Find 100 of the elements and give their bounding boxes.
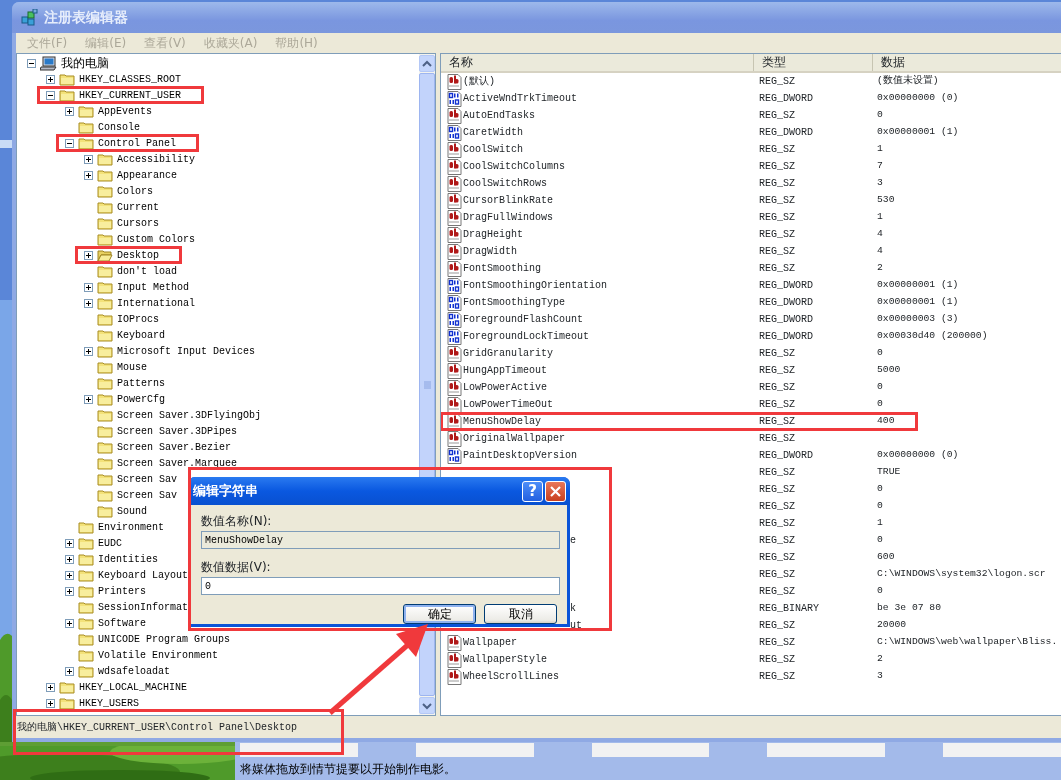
tree-item[interactable]: SessionInformat: [97, 599, 189, 615]
value-name[interactable]: e: [570, 533, 576, 548]
expand-toggle[interactable]: [65, 666, 74, 676]
tree-item[interactable]: Custom Colors: [116, 231, 196, 247]
expand-toggle[interactable]: [84, 346, 93, 356]
tree-item[interactable]: PowerCfg: [116, 391, 166, 407]
tree-item[interactable]: 我的电脑: [60, 54, 110, 72]
expand-toggle[interactable]: [65, 538, 74, 548]
expand-toggle[interactable]: [65, 106, 74, 116]
value-name[interactable]: DragWidth: [463, 244, 517, 259]
tree-item[interactable]: AppEvents: [97, 103, 153, 119]
value-name[interactable]: ForegroundLockTimeout: [463, 329, 590, 344]
tree-item[interactable]: Software: [97, 615, 147, 631]
value-name[interactable]: k: [570, 601, 576, 616]
collapse-toggle[interactable]: [27, 58, 36, 68]
tree-item[interactable]: Mouse: [116, 359, 148, 375]
collapse-toggle[interactable]: [46, 90, 55, 100]
value-name[interactable]: CoolSwitchColumns: [463, 159, 566, 174]
column-header[interactable]: 名称: [441, 54, 754, 71]
tree-item[interactable]: HKEY_CLASSES_ROOT: [78, 71, 183, 87]
tree-item[interactable]: Patterns: [116, 375, 166, 391]
value-name[interactable]: WheelScrollLines: [463, 669, 559, 684]
value-name[interactable]: FontSmoothing: [463, 261, 541, 276]
expand-toggle[interactable]: [46, 682, 55, 692]
close-button[interactable]: [545, 480, 566, 502]
expand-toggle[interactable]: [46, 698, 55, 708]
value-name[interactable]: MenuShowDelay: [463, 414, 541, 429]
value-name[interactable]: Wallpaper: [463, 635, 517, 650]
expand-toggle[interactable]: [84, 170, 93, 180]
tree-item[interactable]: Appearance: [116, 167, 178, 183]
expand-toggle[interactable]: [84, 298, 93, 308]
tree-item[interactable]: Environment: [97, 519, 165, 535]
expand-toggle[interactable]: [65, 554, 74, 564]
tree-item[interactable]: HKEY_LOCAL_MACHINE: [78, 679, 189, 695]
value-name[interactable]: DragFullWindows: [463, 210, 553, 225]
ok-button[interactable]: 确定: [403, 604, 476, 624]
tree-item[interactable]: EUDC: [97, 535, 123, 551]
scroll-up-button[interactable]: [419, 55, 435, 72]
tree-item[interactable]: Current: [116, 199, 160, 215]
expand-toggle[interactable]: [65, 570, 74, 580]
tree-item[interactable]: Identities: [97, 551, 159, 567]
tree-item[interactable]: Sound: [116, 503, 148, 519]
value-name[interactable]: CursorBlinkRate: [463, 193, 553, 208]
value-name[interactable]: OriginalWallpaper: [463, 431, 566, 446]
expand-toggle[interactable]: [84, 394, 93, 404]
column-header[interactable]: 类型: [754, 54, 873, 71]
value-name[interactable]: LowPowerTimeOut: [463, 397, 553, 412]
value-name[interactable]: LowPowerActive: [463, 380, 547, 395]
tree-item[interactable]: IOProcs: [116, 311, 160, 327]
tree-item[interactable]: Microsoft Input Devices: [116, 343, 257, 359]
expand-toggle[interactable]: [84, 154, 93, 164]
value-name[interactable]: (默认): [463, 74, 495, 89]
tree-item[interactable]: Screen Sav: [116, 487, 178, 503]
value-name[interactable]: ut: [570, 618, 582, 633]
tree-item[interactable]: Volatile Environment: [97, 647, 220, 663]
expand-toggle[interactable]: [84, 282, 93, 292]
input-field[interactable]: 0: [201, 577, 560, 595]
expand-toggle[interactable]: [65, 618, 74, 628]
tree-item[interactable]: Input Method: [116, 279, 190, 295]
value-name[interactable]: GridGranularity: [463, 346, 553, 361]
tree-item[interactable]: HKEY_USERS: [78, 695, 140, 711]
collapse-toggle[interactable]: [65, 138, 74, 148]
tree-item[interactable]: wdsafeloadat: [97, 663, 171, 679]
tree-item[interactable]: HKEY_CURRENT_USER: [78, 87, 183, 103]
tree-item[interactable]: Cursors: [116, 215, 160, 231]
cancel-button[interactable]: 取消: [484, 604, 557, 624]
value-name[interactable]: AutoEndTasks: [463, 108, 535, 123]
value-name[interactable]: CaretWidth: [463, 125, 523, 140]
tree-item[interactable]: Screen Saver.3DFlyingObj: [116, 407, 263, 423]
column-header[interactable]: 数据: [873, 54, 1061, 71]
tree-item[interactable]: Screen Saver.Bezier: [116, 439, 233, 455]
value-name[interactable]: CoolSwitchRows: [463, 176, 547, 191]
tree-item[interactable]: International: [116, 295, 196, 311]
tree-item[interactable]: Colors: [116, 183, 154, 199]
tree-item[interactable]: Screen Saver.Marquee: [116, 455, 239, 471]
value-name[interactable]: DragHeight: [463, 227, 523, 242]
expand-toggle[interactable]: [46, 74, 55, 84]
scroll-down-button[interactable]: [419, 697, 435, 714]
expand-toggle[interactable]: [84, 250, 93, 260]
tree-item[interactable]: Printers: [97, 583, 147, 599]
tree-item[interactable]: Console: [97, 119, 141, 135]
tree-item[interactable]: Keyboard Layout: [97, 567, 189, 583]
tree-item[interactable]: Screen Saver.3DPipes: [116, 423, 239, 439]
value-name[interactable]: FontSmoothingType: [463, 295, 566, 310]
tree-item[interactable]: Keyboard: [116, 327, 166, 343]
help-button[interactable]: ?: [522, 480, 543, 502]
tree-item[interactable]: Control Panel: [97, 135, 177, 151]
tree-item[interactable]: UNICODE Program Groups: [97, 631, 232, 647]
value-name[interactable]: HungAppTimeout: [463, 363, 547, 378]
value-name[interactable]: ActiveWndTrkTimeout: [463, 91, 578, 106]
value-name[interactable]: FontSmoothingOrientation: [463, 278, 608, 293]
value-name[interactable]: PaintDesktopVersion: [463, 448, 578, 463]
tree-item[interactable]: don't load: [116, 263, 178, 279]
value-name[interactable]: WallpaperStyle: [463, 652, 547, 667]
tree-item[interactable]: Accessibility: [116, 151, 196, 167]
tree-item[interactable]: Desktop: [116, 247, 160, 263]
tree-item[interactable]: Screen Sav: [116, 471, 178, 487]
value-name[interactable]: ForegroundFlashCount: [463, 312, 584, 327]
value-name[interactable]: CoolSwitch: [463, 142, 523, 157]
expand-toggle[interactable]: [65, 586, 74, 596]
